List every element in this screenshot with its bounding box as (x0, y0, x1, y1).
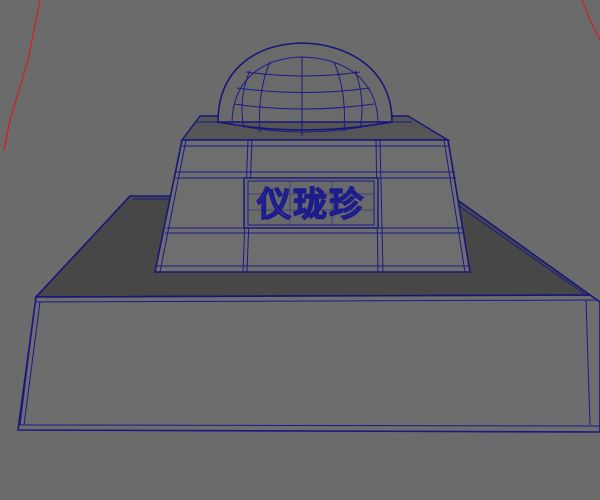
guide-line-left-tip (3, 119, 11, 151)
plaque[interactable]: 仪珑珍 (243, 177, 379, 229)
guide-line-left (3, 0, 41, 151)
3d-viewport[interactable]: 仪珑珍 (0, 0, 600, 500)
guide-line-right (581, 0, 600, 41)
plaque-inscription: 仪珑珍 (256, 185, 365, 225)
dome[interactable] (217, 42, 393, 136)
base-front-face (17, 294, 600, 433)
viewport-canvas[interactable]: 仪珑珍 (0, 0, 600, 500)
